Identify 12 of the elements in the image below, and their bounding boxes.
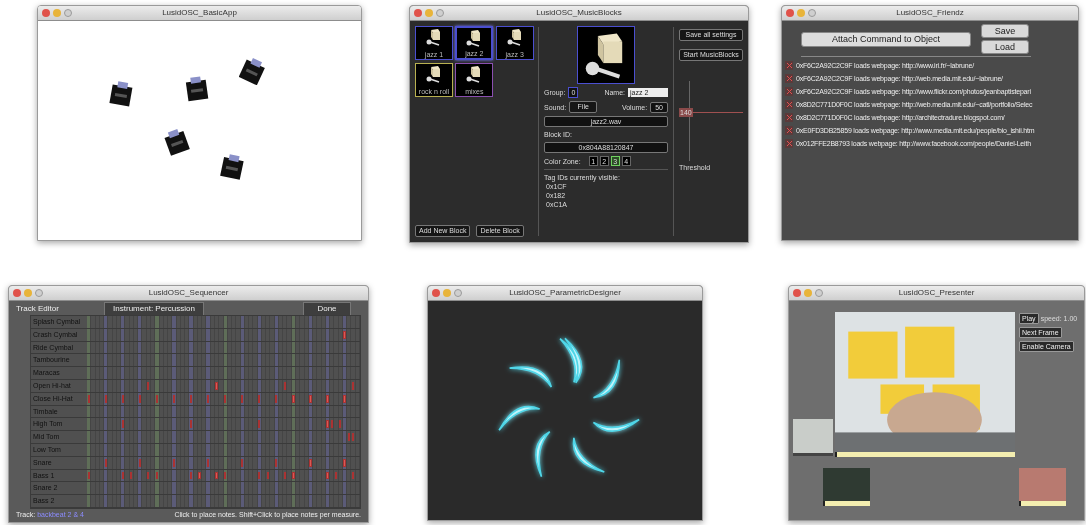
instrument-label[interactable]: Instrument: Percussion [104, 301, 204, 316]
window-title: LusidOSC_ParametricDesigner [509, 289, 621, 297]
window-title: LusidOSC_MusicBlocks [536, 9, 622, 17]
window-title: LusidOSC_Friendz [896, 9, 964, 17]
save-button[interactable]: Save [981, 24, 1029, 38]
window-title: LusidOSC_Presenter [898, 289, 975, 297]
track-editor-heading: Track Editor [16, 302, 60, 315]
load-button[interactable]: Load [981, 40, 1029, 54]
window-title: LusidOSC_Sequencer [148, 289, 229, 297]
window-title: LusidOSC_BasicApp [162, 9, 237, 17]
attach-command-button[interactable]: Attach Command to Object [801, 31, 971, 47]
done-button[interactable]: Done [303, 301, 351, 316]
